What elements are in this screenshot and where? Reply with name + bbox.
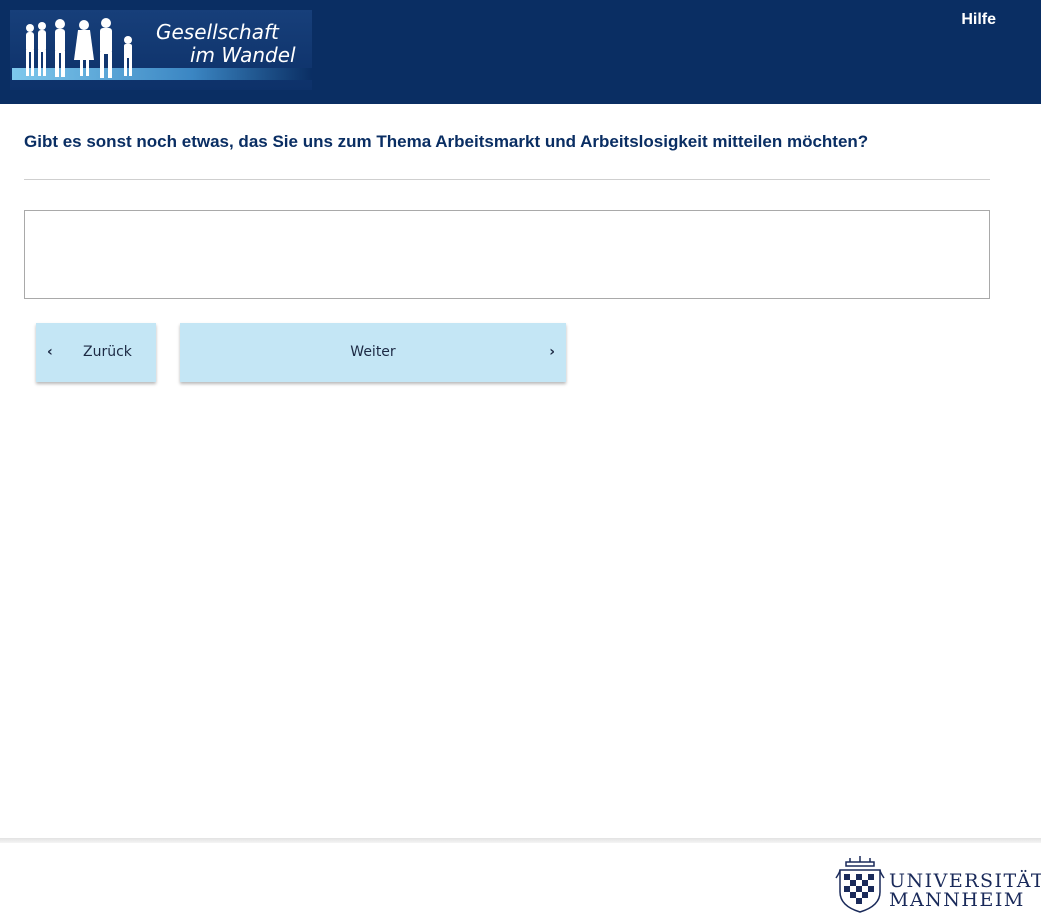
logo-text-line2: im Wandel — [190, 43, 296, 67]
gesellschaft-im-wandel-logo: Gesellschaft im Wandel — [10, 10, 312, 90]
logo-text-line1: Gesellschaft — [156, 20, 279, 44]
chevron-right-icon: › — [549, 344, 555, 360]
next-button[interactable]: Weiter › — [180, 323, 566, 382]
university-name-line2: MANNHEIM — [889, 889, 1025, 911]
next-button-label: Weiter — [350, 344, 396, 360]
footer-divider — [0, 838, 1041, 843]
back-button[interactable]: ‹ Zurück — [36, 323, 156, 382]
mannheim-crest-icon — [835, 856, 885, 913]
survey-page: Gesellschaft im Wandel Hilfe Gibt es son… — [0, 0, 1041, 919]
question-text: Gibt es sonst noch etwas, das Sie uns zu… — [24, 132, 869, 151]
chevron-left-icon: ‹ — [47, 344, 53, 360]
header-bar: Gesellschaft im Wandel Hilfe — [0, 0, 1041, 104]
answer-textarea[interactable] — [24, 210, 990, 299]
help-link[interactable]: Hilfe — [961, 11, 996, 29]
universitaet-mannheim-logo: UNIVERSITÄT MANNHEIM — [834, 856, 1041, 914]
back-button-label: Zurück — [83, 344, 132, 360]
question-divider — [24, 179, 990, 180]
